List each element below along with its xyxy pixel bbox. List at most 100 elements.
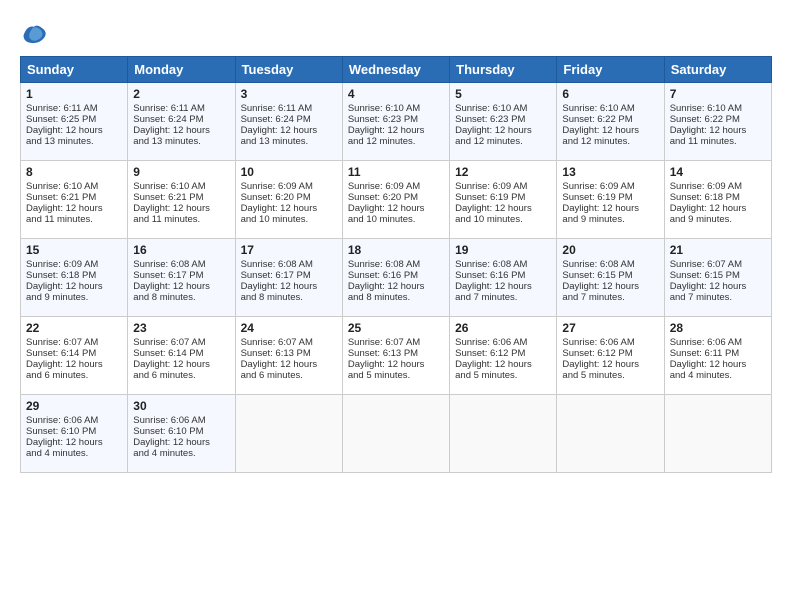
- week-row: 15 Sunrise: 6:09 AM Sunset: 6:18 PM Dayl…: [21, 239, 772, 317]
- day-header: Thursday: [450, 57, 557, 83]
- daylight-label: Daylight: 12 hours: [670, 359, 747, 370]
- sunset-label: Sunset: 6:21 PM: [26, 192, 96, 203]
- daylight-minutes: and 12 minutes.: [562, 136, 630, 147]
- day-number: 30: [133, 399, 229, 413]
- sunrise-label: Sunrise: 6:07 AM: [670, 259, 742, 270]
- sunset-label: Sunset: 6:13 PM: [241, 348, 311, 359]
- daylight-minutes: and 5 minutes.: [348, 370, 410, 381]
- calendar-cell: 18 Sunrise: 6:08 AM Sunset: 6:16 PM Dayl…: [342, 239, 449, 317]
- sunrise-label: Sunrise: 6:09 AM: [26, 259, 98, 270]
- daylight-minutes: and 10 minutes.: [455, 214, 523, 225]
- sunset-label: Sunset: 6:20 PM: [241, 192, 311, 203]
- calendar-cell: [342, 395, 449, 473]
- daylight-minutes: and 4 minutes.: [26, 448, 88, 459]
- calendar-cell: 24 Sunrise: 6:07 AM Sunset: 6:13 PM Dayl…: [235, 317, 342, 395]
- sunset-label: Sunset: 6:16 PM: [455, 270, 525, 281]
- sunset-label: Sunset: 6:12 PM: [455, 348, 525, 359]
- header: [20, 18, 772, 46]
- day-number: 12: [455, 165, 551, 179]
- sunset-label: Sunset: 6:20 PM: [348, 192, 418, 203]
- day-header: Tuesday: [235, 57, 342, 83]
- calendar-cell: 27 Sunrise: 6:06 AM Sunset: 6:12 PM Dayl…: [557, 317, 664, 395]
- sunrise-label: Sunrise: 6:06 AM: [670, 337, 742, 348]
- daylight-label: Daylight: 12 hours: [133, 359, 210, 370]
- daylight-minutes: and 8 minutes.: [241, 292, 303, 303]
- daylight-label: Daylight: 12 hours: [133, 203, 210, 214]
- calendar-cell: 4 Sunrise: 6:10 AM Sunset: 6:23 PM Dayli…: [342, 83, 449, 161]
- day-number: 14: [670, 165, 766, 179]
- sunset-label: Sunset: 6:10 PM: [133, 426, 203, 437]
- daylight-minutes: and 11 minutes.: [670, 136, 737, 147]
- day-number: 26: [455, 321, 551, 335]
- calendar-cell: 23 Sunrise: 6:07 AM Sunset: 6:14 PM Dayl…: [128, 317, 235, 395]
- calendar-cell: 19 Sunrise: 6:08 AM Sunset: 6:16 PM Dayl…: [450, 239, 557, 317]
- daylight-minutes: and 13 minutes.: [241, 136, 309, 147]
- day-number: 9: [133, 165, 229, 179]
- daylight-label: Daylight: 12 hours: [133, 281, 210, 292]
- daylight-minutes: and 13 minutes.: [133, 136, 201, 147]
- daylight-minutes: and 13 minutes.: [26, 136, 94, 147]
- calendar-cell: 20 Sunrise: 6:08 AM Sunset: 6:15 PM Dayl…: [557, 239, 664, 317]
- daylight-minutes: and 12 minutes.: [455, 136, 523, 147]
- daylight-label: Daylight: 12 hours: [348, 125, 425, 136]
- sunset-label: Sunset: 6:21 PM: [133, 192, 203, 203]
- day-number: 22: [26, 321, 122, 335]
- daylight-minutes: and 4 minutes.: [670, 370, 732, 381]
- day-number: 3: [241, 87, 337, 101]
- daylight-minutes: and 9 minutes.: [670, 214, 732, 225]
- sunrise-label: Sunrise: 6:08 AM: [241, 259, 313, 270]
- day-number: 24: [241, 321, 337, 335]
- day-number: 20: [562, 243, 658, 257]
- day-header: Monday: [128, 57, 235, 83]
- day-header: Sunday: [21, 57, 128, 83]
- calendar-cell: 6 Sunrise: 6:10 AM Sunset: 6:22 PM Dayli…: [557, 83, 664, 161]
- sunset-label: Sunset: 6:18 PM: [670, 192, 740, 203]
- day-number: 8: [26, 165, 122, 179]
- daylight-label: Daylight: 12 hours: [562, 359, 639, 370]
- daylight-minutes: and 10 minutes.: [348, 214, 416, 225]
- sunset-label: Sunset: 6:19 PM: [455, 192, 525, 203]
- sunrise-label: Sunrise: 6:08 AM: [562, 259, 634, 270]
- daylight-label: Daylight: 12 hours: [26, 437, 103, 448]
- calendar-cell: 7 Sunrise: 6:10 AM Sunset: 6:22 PM Dayli…: [664, 83, 771, 161]
- calendar-cell: [664, 395, 771, 473]
- sunrise-label: Sunrise: 6:06 AM: [562, 337, 634, 348]
- daylight-minutes: and 6 minutes.: [133, 370, 195, 381]
- daylight-label: Daylight: 12 hours: [241, 203, 318, 214]
- calendar-cell: 13 Sunrise: 6:09 AM Sunset: 6:19 PM Dayl…: [557, 161, 664, 239]
- day-number: 17: [241, 243, 337, 257]
- daylight-label: Daylight: 12 hours: [26, 203, 103, 214]
- day-number: 28: [670, 321, 766, 335]
- sunrise-label: Sunrise: 6:11 AM: [133, 103, 205, 114]
- calendar-cell: 1 Sunrise: 6:11 AM Sunset: 6:25 PM Dayli…: [21, 83, 128, 161]
- daylight-minutes: and 8 minutes.: [133, 292, 195, 303]
- calendar-cell: 16 Sunrise: 6:08 AM Sunset: 6:17 PM Dayl…: [128, 239, 235, 317]
- sunrise-label: Sunrise: 6:07 AM: [348, 337, 420, 348]
- calendar-cell: 12 Sunrise: 6:09 AM Sunset: 6:19 PM Dayl…: [450, 161, 557, 239]
- daylight-minutes: and 11 minutes.: [26, 214, 93, 225]
- day-number: 16: [133, 243, 229, 257]
- day-number: 2: [133, 87, 229, 101]
- daylight-label: Daylight: 12 hours: [562, 281, 639, 292]
- calendar: SundayMondayTuesdayWednesdayThursdayFrid…: [20, 56, 772, 473]
- header-row: SundayMondayTuesdayWednesdayThursdayFrid…: [21, 57, 772, 83]
- daylight-label: Daylight: 12 hours: [348, 281, 425, 292]
- sunrise-label: Sunrise: 6:06 AM: [455, 337, 527, 348]
- day-number: 27: [562, 321, 658, 335]
- day-number: 11: [348, 165, 444, 179]
- calendar-cell: [557, 395, 664, 473]
- daylight-label: Daylight: 12 hours: [670, 203, 747, 214]
- daylight-label: Daylight: 12 hours: [670, 125, 747, 136]
- daylight-minutes: and 9 minutes.: [26, 292, 88, 303]
- daylight-minutes: and 5 minutes.: [562, 370, 624, 381]
- daylight-label: Daylight: 12 hours: [348, 359, 425, 370]
- daylight-label: Daylight: 12 hours: [562, 203, 639, 214]
- daylight-label: Daylight: 12 hours: [348, 203, 425, 214]
- day-number: 25: [348, 321, 444, 335]
- daylight-minutes: and 6 minutes.: [241, 370, 303, 381]
- calendar-cell: 17 Sunrise: 6:08 AM Sunset: 6:17 PM Dayl…: [235, 239, 342, 317]
- sunrise-label: Sunrise: 6:09 AM: [670, 181, 742, 192]
- daylight-minutes: and 6 minutes.: [26, 370, 88, 381]
- sunrise-label: Sunrise: 6:06 AM: [133, 415, 205, 426]
- daylight-label: Daylight: 12 hours: [26, 281, 103, 292]
